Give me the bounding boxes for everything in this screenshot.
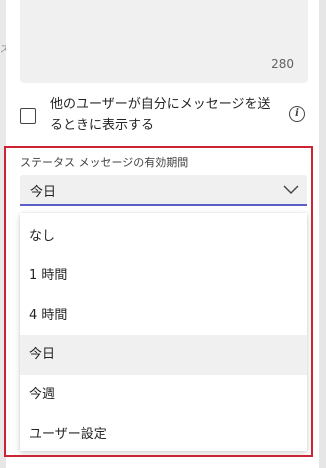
info-icon[interactable]: i [289, 106, 305, 122]
show-when-messaging-row: 他のユーザーが自分にメッセージを送るときに表示する i [20, 94, 310, 138]
char-count: 280 [271, 57, 294, 71]
status-message-input[interactable]: 280 [20, 0, 308, 83]
show-when-messaging-checkbox[interactable] [20, 108, 36, 124]
background-right-strip [319, 0, 326, 468]
highlight-frame [4, 146, 313, 457]
show-when-messaging-label: 他のユーザーが自分にメッセージを送るときに表示する [50, 97, 271, 133]
